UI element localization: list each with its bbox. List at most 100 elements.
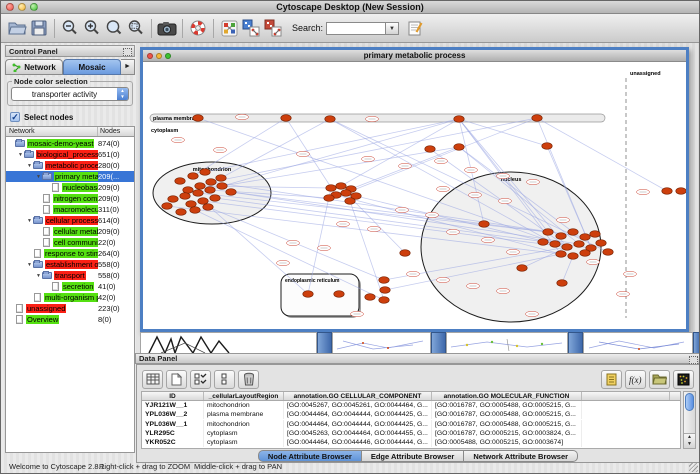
network-node[interactable] xyxy=(193,190,203,197)
expand-arrow-icon[interactable]: ▼ xyxy=(26,218,33,224)
tiled-window[interactable] xyxy=(332,332,431,353)
tree-item-nucleobase[interactable]: nucleobase-209(0) xyxy=(6,182,134,193)
network-node[interactable] xyxy=(325,116,335,123)
network-node-label[interactable] xyxy=(482,237,495,242)
tree-item-establishment-of-lo[interactable]: ▼establishment of lo558(0) xyxy=(6,259,134,270)
tiled-window-titlebar[interactable] xyxy=(568,332,583,353)
table-row[interactable]: YDR039C__1mitochondrion[GO:0044464, GO:0… xyxy=(142,447,680,449)
network-node[interactable] xyxy=(543,229,553,236)
network-node[interactable] xyxy=(454,144,464,151)
table-row[interactable]: YKR052Ccytoplasm[GO:0044464, GO:0044446,… xyxy=(142,438,680,447)
network-node-label[interactable] xyxy=(587,259,600,264)
network-node[interactable] xyxy=(556,233,566,240)
network-node-label[interactable] xyxy=(465,167,478,172)
network-node-label[interactable] xyxy=(351,311,364,316)
network-node[interactable] xyxy=(183,187,193,194)
tree-item-multi-organism-pro[interactable]: multi-organism pro42(0) xyxy=(6,292,134,303)
network-node[interactable] xyxy=(336,183,346,190)
network-node[interactable] xyxy=(217,183,227,190)
network-node-label[interactable] xyxy=(297,151,310,156)
network-node[interactable] xyxy=(400,250,410,257)
network-node[interactable] xyxy=(542,143,552,150)
expand-arrow-icon[interactable]: ▼ xyxy=(17,152,24,158)
expand-arrow-icon[interactable]: ▼ xyxy=(35,174,42,180)
network-node[interactable] xyxy=(216,175,226,182)
network-node[interactable] xyxy=(175,178,185,185)
column-header-annotation-go-cellular-component[interactable]: annotation.GO CELLULAR_COMPONENT xyxy=(284,392,432,400)
network-node-label[interactable] xyxy=(447,229,460,234)
network-node[interactable] xyxy=(454,116,464,123)
tree-item-biological-process[interactable]: ▼biological_process651(0) xyxy=(6,149,134,160)
search-input[interactable] xyxy=(326,22,386,35)
network-node[interactable] xyxy=(195,183,205,190)
network-node[interactable] xyxy=(596,240,606,247)
network-node-label[interactable] xyxy=(527,179,540,184)
tiled-window-titlebar[interactable] xyxy=(693,332,700,353)
tiled-window[interactable] xyxy=(583,332,693,353)
search-dropdown-button[interactable]: ▼ xyxy=(386,22,399,35)
tree-item-cell-communicat[interactable]: cell communicat22(0) xyxy=(6,237,134,248)
matrix-icon[interactable] xyxy=(673,370,694,389)
network-node-label[interactable] xyxy=(214,147,227,152)
network-node[interactable] xyxy=(190,207,200,214)
network-node[interactable] xyxy=(198,198,208,205)
import-folder-icon[interactable] xyxy=(649,370,670,389)
network-node[interactable] xyxy=(568,229,578,236)
network-node[interactable] xyxy=(479,221,489,228)
network-node-label[interactable] xyxy=(437,277,450,282)
network-node[interactable] xyxy=(532,115,542,122)
network-view-window[interactable]: primary metabolic process plasma membran… xyxy=(140,47,689,332)
tab-network[interactable]: Network xyxy=(5,59,63,75)
network-node[interactable] xyxy=(425,146,435,153)
tiled-window-titlebar[interactable] xyxy=(431,332,446,353)
network-node-label[interactable] xyxy=(497,288,510,293)
resize-grip[interactable] xyxy=(689,463,698,472)
network-node[interactable] xyxy=(562,244,572,251)
tree-item-overview[interactable]: Overview8(0) xyxy=(6,314,134,325)
network-node-label[interactable] xyxy=(637,189,650,194)
network-node-label[interactable] xyxy=(337,221,350,226)
table-scrollbar[interactable]: ▲▼ xyxy=(683,391,696,449)
network-node[interactable] xyxy=(676,188,686,195)
network-node[interactable] xyxy=(193,115,203,122)
network-node-label[interactable] xyxy=(407,271,420,276)
network-node-label[interactable] xyxy=(617,291,630,296)
network-node-label[interactable] xyxy=(469,192,482,197)
network-node[interactable] xyxy=(550,241,560,248)
tree-column-nodes[interactable]: Nodes xyxy=(98,127,134,136)
zoom-selected-icon[interactable] xyxy=(125,17,147,39)
network-node[interactable] xyxy=(538,239,548,246)
column-header-id[interactable]: ID xyxy=(142,392,204,400)
network-node[interactable] xyxy=(580,250,590,257)
help-icon[interactable] xyxy=(187,17,209,39)
network-node-label[interactable] xyxy=(435,158,448,163)
network-node[interactable] xyxy=(580,234,590,241)
network-node[interactable] xyxy=(168,196,178,203)
network-node[interactable] xyxy=(662,188,672,195)
network-node-label[interactable] xyxy=(399,163,412,168)
network-node[interactable] xyxy=(326,185,336,192)
tree-column-network[interactable]: Network xyxy=(6,127,98,136)
network-node-label[interactable] xyxy=(318,245,331,250)
network-node[interactable] xyxy=(379,297,389,304)
table-row[interactable]: YJR121W__1mitochondrion[GO:0045267, GO:0… xyxy=(142,401,680,410)
table-row[interactable]: YLR295Ccytoplasm[GO:0045263, GO:0044464,… xyxy=(142,429,680,438)
network-node[interactable] xyxy=(556,251,566,258)
network-node[interactable] xyxy=(206,179,216,186)
save-icon[interactable] xyxy=(28,17,50,39)
expand-arrow-icon[interactable]: ▼ xyxy=(26,163,33,169)
node-attribute-icon[interactable] xyxy=(240,17,262,39)
table-row[interactable]: YPL036W__1mitochondrion[GO:0044464, GO:0… xyxy=(142,420,680,429)
scrollbar-thumb[interactable] xyxy=(685,393,694,411)
select-nodes-checkbox[interactable]: ✓ xyxy=(10,112,20,122)
unselect-attributes-icon[interactable] xyxy=(214,370,235,389)
edge-attribute-icon[interactable] xyxy=(262,17,284,39)
tree-item-primary-metabo[interactable]: ▼primary metabo209(... xyxy=(6,171,134,182)
scrollbar-arrows[interactable]: ▲▼ xyxy=(684,433,695,448)
network-node-label[interactable] xyxy=(624,271,637,276)
tree-item-nitrogen-compo[interactable]: nitrogen compo209(0) xyxy=(6,193,134,204)
zoom-fit-icon[interactable] xyxy=(103,17,125,39)
network-node-label[interactable] xyxy=(368,226,381,231)
network-node-label[interactable] xyxy=(236,114,249,119)
tab-mosaic[interactable]: Mosaic xyxy=(63,59,121,75)
